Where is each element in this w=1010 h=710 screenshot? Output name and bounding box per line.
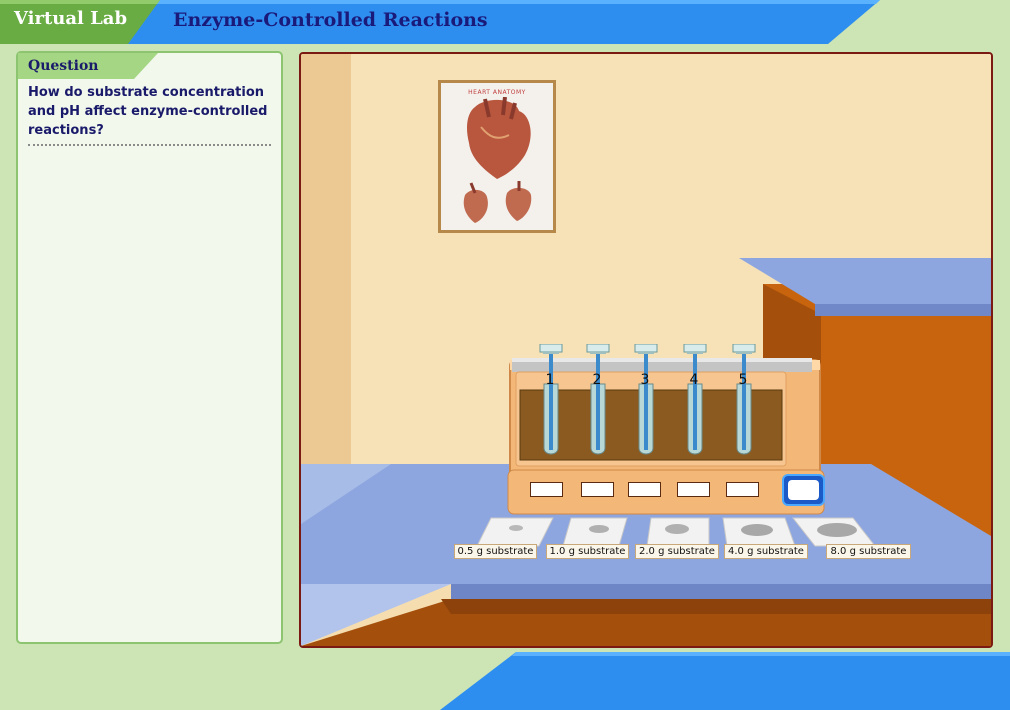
lab-scene: HEART ANATOMY 1 2 3 4 5 0.5 g substrate … [299, 52, 993, 648]
header-bar [0, 0, 880, 44]
tube-2-readout [581, 482, 614, 497]
heart-illustration [463, 97, 532, 223]
substrate-dish-5[interactable] [791, 517, 877, 547]
footer-bar [440, 652, 1010, 710]
substrate-label-3: 2.0 g substrate [635, 544, 719, 559]
tube-number: 1 [545, 372, 555, 388]
divider [28, 144, 271, 146]
tube-5-readout [726, 482, 759, 497]
test-tubes [539, 344, 756, 455]
substrate-dish-1[interactable] [476, 517, 554, 547]
tube-number: 3 [640, 372, 650, 388]
substrate-label-2: 1.0 g substrate [546, 544, 629, 559]
test-tube-5[interactable] [732, 344, 756, 455]
tube-1-readout [530, 482, 563, 497]
test-tube-4[interactable] [683, 344, 707, 455]
start-button-face [788, 480, 819, 500]
substrate-label-4: 4.0 g substrate [724, 544, 808, 559]
page-title: Enzyme-Controlled Reactions [173, 9, 488, 31]
test-tube-3[interactable] [634, 344, 658, 455]
tube-number: 4 [689, 372, 699, 388]
tube-4-readout [677, 482, 710, 497]
start-button[interactable] [782, 474, 825, 506]
test-tube-2[interactable] [586, 344, 610, 455]
substrate-label-1: 0.5 g substrate [454, 544, 537, 559]
heart-anatomy-poster: HEART ANATOMY [438, 80, 556, 233]
brand-title: Virtual Lab [14, 8, 128, 29]
tube-number: 5 [738, 372, 748, 388]
substrate-label-5: 8.0 g substrate [826, 544, 911, 559]
test-tube-1[interactable] [539, 344, 563, 455]
substrate-dish-4[interactable] [722, 517, 796, 547]
substrate-dish-2[interactable] [562, 517, 628, 547]
question-text: How do substrate concentration and pH af… [28, 85, 268, 138]
question-label: Question [28, 58, 99, 74]
substrate-dish-3[interactable] [646, 517, 710, 547]
tube-number: 2 [592, 372, 602, 388]
poster-title: HEART ANATOMY [468, 89, 526, 96]
tube-3-readout [628, 482, 661, 497]
question-panel: Question How do substrate concentration … [16, 51, 283, 644]
